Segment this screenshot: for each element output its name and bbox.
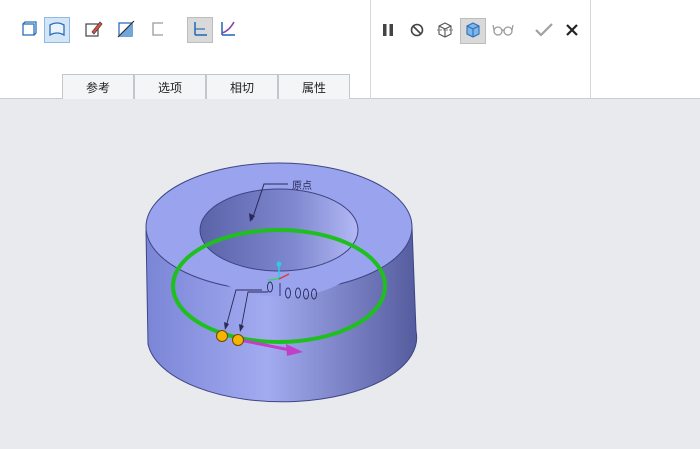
model-canvas: 原点	[145, 162, 418, 403]
confirm-button[interactable]	[531, 18, 557, 44]
solid-icon	[20, 20, 38, 41]
pause-button[interactable]	[375, 18, 401, 44]
tab-options[interactable]: 选项	[134, 74, 206, 99]
surface-icon	[48, 20, 66, 41]
tab-properties[interactable]: 属性	[278, 74, 350, 99]
constant-section-icon	[190, 19, 210, 42]
start-point-handle[interactable]	[216, 330, 228, 342]
start-point-handle[interactable]	[232, 334, 244, 346]
remove-material-button[interactable]	[113, 17, 139, 43]
sketch-pencil-icon	[84, 19, 104, 42]
origin-label: 原点	[292, 180, 312, 192]
tab-references[interactable]: 参考	[62, 74, 134, 99]
constant-section-button[interactable]	[187, 17, 213, 43]
tab-label: 参考	[85, 80, 110, 95]
preview-geometry-button[interactable]	[432, 18, 458, 44]
tab-label: 属性	[301, 80, 326, 95]
verify-mode-button[interactable]	[490, 18, 516, 44]
no-preview-button[interactable]	[404, 18, 430, 44]
graphics-viewport[interactable]: 原点	[0, 99, 700, 449]
pause-icon	[380, 22, 396, 41]
ribbon-toolbar: 参考 选项 相切 属性	[0, 0, 700, 99]
tab-label: 选项	[157, 80, 182, 95]
no-preview-icon	[409, 22, 425, 41]
sketch-section-button[interactable]	[81, 17, 107, 43]
thicken-icon	[149, 20, 167, 41]
ring-solid[interactable]	[145, 162, 418, 403]
ribbon-separator	[370, 0, 371, 99]
surface-sweep-button[interactable]	[44, 17, 70, 43]
cancel-button[interactable]	[559, 18, 585, 44]
wireframe-preview-icon	[435, 20, 455, 43]
tab-label: 相切	[229, 80, 254, 95]
close-icon	[565, 23, 579, 40]
solid-sweep-button[interactable]	[16, 17, 42, 43]
variable-section-icon	[218, 19, 238, 42]
thicken-button[interactable]	[145, 17, 171, 43]
remove-material-icon	[116, 19, 136, 42]
check-icon	[534, 22, 554, 41]
variable-section-button[interactable]	[215, 17, 241, 43]
glasses-icon	[492, 22, 514, 41]
shaded-preview-icon	[463, 20, 483, 43]
tab-tangency[interactable]: 相切	[206, 74, 278, 99]
verify-preview-button[interactable]	[460, 18, 486, 44]
ribbon-separator	[590, 0, 591, 99]
